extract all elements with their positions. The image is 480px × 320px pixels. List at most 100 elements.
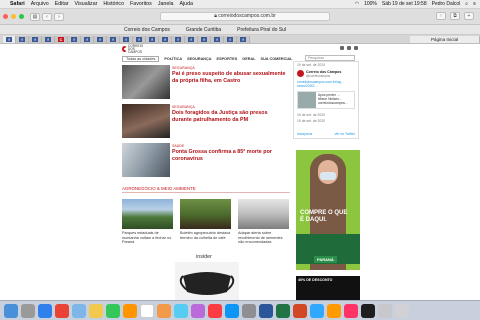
news-title[interactable]: Ponta Grossa confirma a 85ª morte por co… [172, 149, 287, 162]
tab-19[interactable]: f [237, 35, 250, 43]
insider-logo[interactable]: insider [196, 254, 212, 260]
news-thumbnail[interactable] [122, 65, 170, 99]
news-thumbnail[interactable] [122, 104, 170, 138]
news-item[interactable]: SEGURANÇA Dois foragidos da Justiça são … [122, 104, 287, 140]
card-image[interactable] [180, 199, 231, 229]
favorite-prefeitura-pirai[interactable]: Prefeitura Piraí do Sul [237, 27, 286, 33]
tweet-embed-card[interactable]: Após perder … Nilson Nielsen… correiodos… [297, 91, 355, 109]
sidebar-toggle-button[interactable]: ▤ [30, 12, 40, 21]
tab-5[interactable]: C [55, 35, 68, 43]
forward-button[interactable]: › [54, 12, 64, 21]
menu-clock[interactable]: Sáb 19 de set 19:58 [382, 1, 427, 7]
word-icon[interactable] [259, 303, 273, 318]
safari-icon[interactable] [38, 303, 52, 318]
address-bar[interactable]: 🔒︎ correiodoscampos.com.br [160, 12, 330, 21]
news-category[interactable]: SAÚDE [172, 144, 184, 148]
back-button[interactable]: ‹ [42, 12, 52, 21]
nav-politica[interactable]: POLÍTICA [164, 57, 182, 61]
news-title[interactable]: Dois foragidos da Justiça são presos dur… [172, 110, 287, 123]
chrome-icon[interactable] [55, 303, 69, 318]
terminal-icon[interactable] [361, 303, 375, 318]
reminders-icon[interactable] [157, 303, 171, 318]
podcasts-icon[interactable] [191, 303, 205, 318]
nav-seguranca[interactable]: SEGURANÇA [187, 57, 211, 61]
battery-level[interactable]: 100% [364, 1, 377, 7]
indesign-icon[interactable] [344, 303, 358, 318]
section-title[interactable]: AGRONEGÓCIO & MEIO AMBIENTE [122, 186, 290, 193]
tab-12[interactable]: f [146, 35, 159, 43]
tab-6[interactable]: f [68, 35, 81, 43]
tabs-overview-button[interactable]: ⧉ [450, 12, 460, 20]
nav-geral[interactable]: GERAL [242, 57, 255, 61]
view-on-twitter-link[interactable]: Ver no Twitter [334, 132, 355, 136]
embed-link[interactable]: Incorporar [297, 132, 312, 136]
music-icon[interactable] [208, 303, 222, 318]
news-item[interactable]: SAÚDE Ponta Grossa confirma a 85ª morte … [122, 143, 287, 179]
menu-arquivo[interactable]: Arquivo [31, 1, 49, 7]
menu-favoritos[interactable]: Favoritos [130, 1, 152, 7]
menu-historico[interactable]: Histórico [103, 1, 124, 7]
card-image[interactable] [122, 199, 173, 229]
nav-sua-comercial[interactable]: SUA COMERCIAL [261, 57, 293, 61]
menu-visualizar[interactable]: Visualizar [75, 1, 98, 7]
tweet-handle[interactable]: @correiocampos [306, 74, 341, 78]
tab-8[interactable]: f [94, 35, 107, 43]
section-card[interactable]: Adapar alerta sobre recolhimento de seme… [238, 199, 289, 245]
tweet-link[interactable]: correiodoscampos.com.br/ag… news/2020/… [294, 80, 358, 88]
tab-9[interactable]: f [107, 35, 120, 43]
downloads-icon[interactable] [378, 303, 392, 318]
tab-17[interactable]: f [211, 35, 224, 43]
menu-list-icon[interactable]: ≡ [473, 1, 476, 7]
menu-editar[interactable]: Editar [55, 1, 69, 7]
maps-icon[interactable] [174, 303, 188, 318]
launchpad-icon[interactable] [21, 303, 35, 318]
tab-pagina-inicial[interactable]: Página Inicial [410, 35, 480, 43]
section-card[interactable]: Boletim agropecuário destaca término da … [180, 199, 231, 240]
notes-icon[interactable] [89, 303, 103, 318]
favorite-correio-dos-campos[interactable]: Correio dos Campos [124, 27, 170, 33]
card-text[interactable]: Adapar alerta sobre recolhimento de seme… [238, 231, 289, 245]
tab-16[interactable]: f [198, 35, 211, 43]
share-button[interactable]: ↑ [436, 12, 446, 20]
news-item[interactable]: SEGURANÇA Pai é preso suspeito de abusar… [122, 65, 287, 101]
app-store-icon[interactable] [225, 303, 239, 318]
photoshop-icon[interactable] [310, 303, 324, 318]
trash-icon[interactable] [395, 303, 409, 318]
menu-app[interactable]: Safari [10, 1, 25, 7]
card-text[interactable]: Boletim agropecuário destaca término da … [180, 231, 231, 240]
close-window-button[interactable] [3, 14, 8, 19]
banner-ad[interactable]: COMPRE O QUE É DAQUI. PARANÁ [296, 150, 360, 270]
powerpoint-icon[interactable] [293, 303, 307, 318]
mail-icon[interactable] [72, 303, 86, 318]
messages-icon[interactable] [106, 303, 120, 318]
tab-4[interactable]: f [42, 35, 55, 43]
tab-11[interactable]: f [133, 35, 146, 43]
zoom-window-button[interactable] [19, 14, 24, 19]
news-category[interactable]: SEGURANÇA [172, 66, 195, 70]
tab-10[interactable]: f [120, 35, 133, 43]
new-tab-button[interactable]: + [464, 12, 474, 20]
menu-ajuda[interactable]: Ajuda [179, 1, 193, 7]
tab-13[interactable]: f [159, 35, 172, 43]
city-select[interactable]: Todas as cidades [122, 55, 160, 62]
user-name[interactable]: Pedro Dalcol [432, 1, 461, 7]
finder-icon[interactable] [4, 303, 18, 318]
news-title[interactable]: Pai é preso suspeito de abusar sexualmen… [172, 71, 287, 84]
tab-14[interactable]: f [172, 35, 185, 43]
card-text[interactable]: Parques estaduais de montanha voltam a f… [122, 231, 173, 245]
calendar-icon[interactable] [140, 303, 154, 318]
instagram-link-icon[interactable] [354, 46, 358, 50]
promo-ad[interactable]: 40% DE DESCONTO [296, 276, 360, 300]
section-card[interactable]: Parques estaduais de montanha voltam a f… [122, 199, 173, 245]
tab-3[interactable]: f [29, 35, 42, 43]
photos-icon[interactable] [123, 303, 137, 318]
product-ad[interactable] [175, 262, 239, 300]
avatar[interactable] [297, 70, 304, 77]
tab-18[interactable]: f [224, 35, 237, 43]
tab-1[interactable]: f [3, 35, 16, 43]
twitter-link-icon[interactable] [347, 46, 351, 50]
menu-janela[interactable]: Janela [158, 1, 174, 7]
minimize-window-button[interactable] [11, 14, 16, 19]
news-category[interactable]: SEGURANÇA [172, 105, 195, 109]
news-thumbnail[interactable] [122, 143, 170, 177]
